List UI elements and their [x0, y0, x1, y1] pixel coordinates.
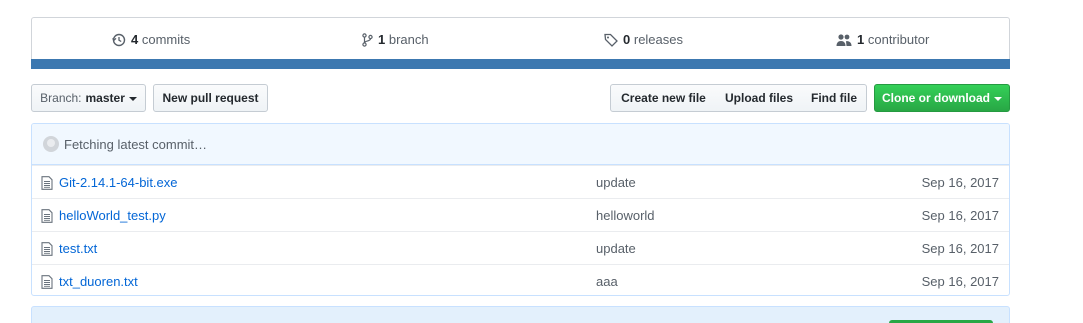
table-row: helloWorld_test.py helloworld Sep 16, 20… [32, 198, 1009, 231]
clone-or-download-button[interactable]: Clone or download [874, 84, 1010, 112]
commit-message-link[interactable]: update [596, 175, 636, 190]
avatar [43, 136, 59, 152]
commit-age: Sep 16, 2017 [921, 240, 999, 256]
find-file-button[interactable]: Find file [802, 84, 867, 112]
contributors-link[interactable]: 1 contributor [836, 32, 929, 47]
branch-name: master [85, 91, 125, 105]
table-row: Git-2.14.1-64-bit.exe update Sep 16, 201… [32, 165, 1009, 198]
commits-link[interactable]: 4 commits [112, 32, 190, 47]
chevron-down-icon [994, 96, 1002, 101]
commit-age: Sep 16, 2017 [921, 273, 999, 289]
branch-select-button[interactable]: Branch: master [31, 84, 146, 112]
tag-icon [604, 33, 618, 47]
file-name-link[interactable]: txt_duoren.txt [59, 274, 138, 289]
file-icon [41, 275, 53, 289]
upload-files-button[interactable]: Upload files [716, 84, 803, 112]
branch-prefix: Branch: [40, 91, 82, 105]
file-name-link[interactable]: test.txt [59, 241, 97, 256]
chevron-down-icon [128, 96, 137, 101]
create-new-file-button[interactable]: Create new file [610, 84, 717, 112]
commit-message-link[interactable]: helloworld [596, 208, 655, 223]
history-icon [112, 33, 126, 46]
commit-age: Sep 16, 2017 [921, 207, 999, 223]
branches-label: branch [388, 32, 429, 47]
commits-count: 4 [131, 32, 139, 47]
table-row: test.txt update Sep 16, 2017 [32, 231, 1009, 264]
file-name-link[interactable]: helloWorld_test.py [59, 208, 166, 223]
file-icon [41, 176, 53, 190]
commit-message-link[interactable]: aaa [596, 274, 618, 289]
table-row: txt_duoren.txt aaa Sep 16, 2017 [32, 264, 1009, 295]
commits-label: commits [141, 32, 191, 47]
readme-header [31, 306, 1010, 323]
commit-tease-text: Fetching latest commit… [64, 136, 208, 152]
commit-age: Sep 16, 2017 [921, 174, 999, 190]
commit-message-link[interactable]: update [596, 241, 636, 256]
releases-count: 0 [623, 32, 631, 47]
branches-link[interactable]: 1 branch [362, 32, 429, 47]
file-icon [41, 209, 53, 223]
file-icon [41, 242, 53, 256]
releases-link[interactable]: 0 releases [604, 32, 683, 47]
people-icon [836, 33, 852, 46]
clone-label: Clone or download [882, 91, 990, 105]
language-bar [31, 59, 1010, 69]
contributors-label: contributor [867, 32, 930, 47]
file-name-link[interactable]: Git-2.14.1-64-bit.exe [59, 175, 178, 190]
contributors-count: 1 [857, 32, 865, 47]
commit-tease: Fetching latest commit… [32, 124, 1009, 165]
git-branch-icon [362, 32, 373, 47]
branches-count: 1 [378, 32, 386, 47]
releases-label: releases [633, 32, 683, 47]
new-pull-request-button[interactable]: New pull request [153, 84, 268, 112]
file-list: Fetching latest commit… Git-2.14.1-64-bi… [31, 123, 1010, 296]
